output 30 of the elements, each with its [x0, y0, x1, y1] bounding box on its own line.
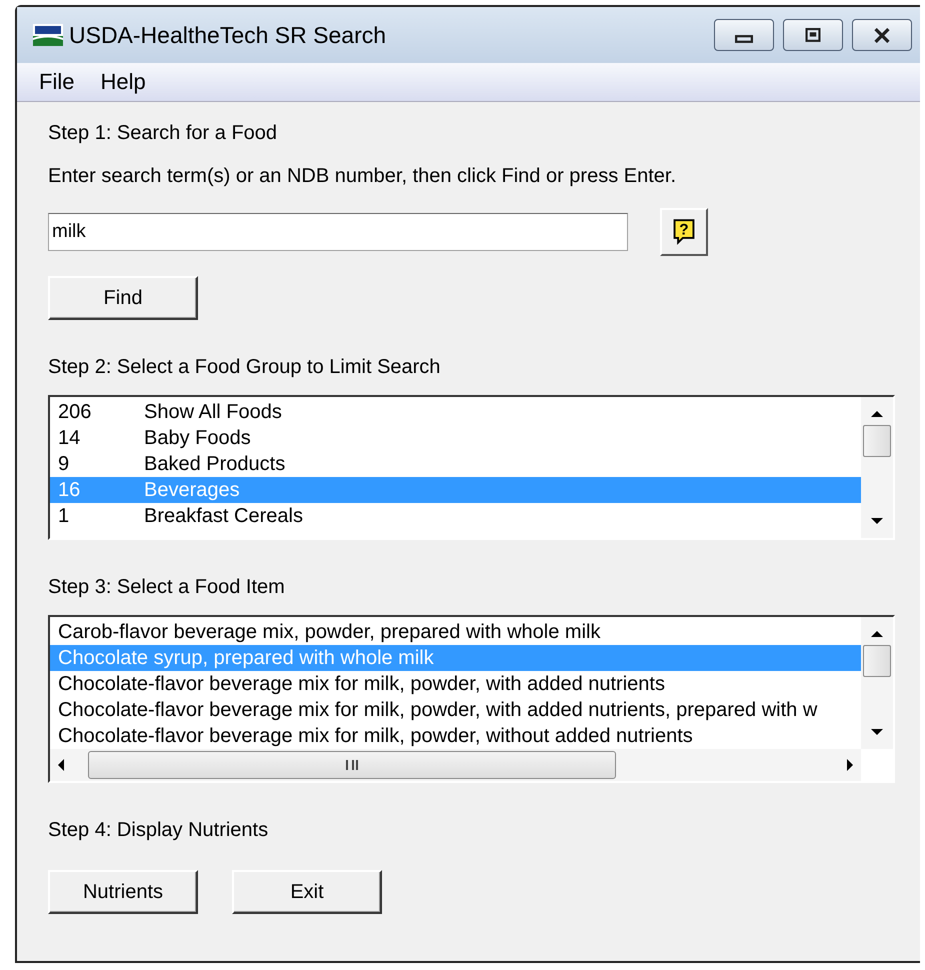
- list-item[interactable]: Chocolate-flavor beverage mix for milk, powder, without added nutrients: [50, 723, 861, 749]
- menu-item[interactable]: File: [39, 69, 74, 95]
- step-heading: Step 3: Select a Food Item: [48, 576, 285, 599]
- list-row[interactable]: 1 Breakfast Cereals: [50, 503, 861, 529]
- list-row[interactable]: 14 Baby Foods: [50, 425, 861, 451]
- instructions-text: Enter search term(s) or an NDB number, then click Find or press Enter.: [48, 165, 676, 188]
- nutrients-button[interactable]: Nutrients: [48, 870, 198, 914]
- list-item[interactable]: Chocolate-flavor beverage mix for milk, powder, with added nutrients, prepared with w: [50, 697, 861, 723]
- list-row[interactable]: 9 Baked Products: [50, 451, 861, 477]
- list-row[interactable]: 206 Show All Foods: [50, 399, 861, 425]
- step-heading: Step 2: Select a Food Group to Limit Search: [48, 356, 440, 379]
- scrollbar[interactable]: [861, 617, 893, 749]
- list-item[interactable]: Chocolate-flavor beverage mix for milk, powder, with added nutrients: [50, 671, 861, 697]
- step-heading: Step 1: Search for a Food: [48, 122, 278, 145]
- flag-logo-icon: [33, 24, 63, 46]
- find-button[interactable]: Find: [48, 276, 198, 320]
- list-item[interactable]: Carob-flavor beverage mix, powder, prepared with whole milk: [50, 619, 861, 645]
- step-heading: Step 4: Display Nutrients: [48, 819, 268, 842]
- search-field[interactable]: milk: [48, 213, 628, 251]
- horizontal-scrollbar[interactable]: [50, 749, 861, 781]
- help-button[interactable]: ?: [660, 208, 708, 256]
- close-button[interactable]: [852, 19, 912, 51]
- window-title: USDA-HealtheTech SR Search: [69, 22, 386, 48]
- help-icon: ?: [672, 219, 696, 245]
- minimize-button[interactable]: [714, 19, 774, 51]
- minimize-icon: [735, 35, 753, 43]
- exit-button[interactable]: Exit: [232, 870, 382, 914]
- menu-item[interactable]: Help: [100, 69, 146, 95]
- scrollbar[interactable]: [861, 397, 893, 538]
- maximize-button[interactable]: [783, 19, 843, 51]
